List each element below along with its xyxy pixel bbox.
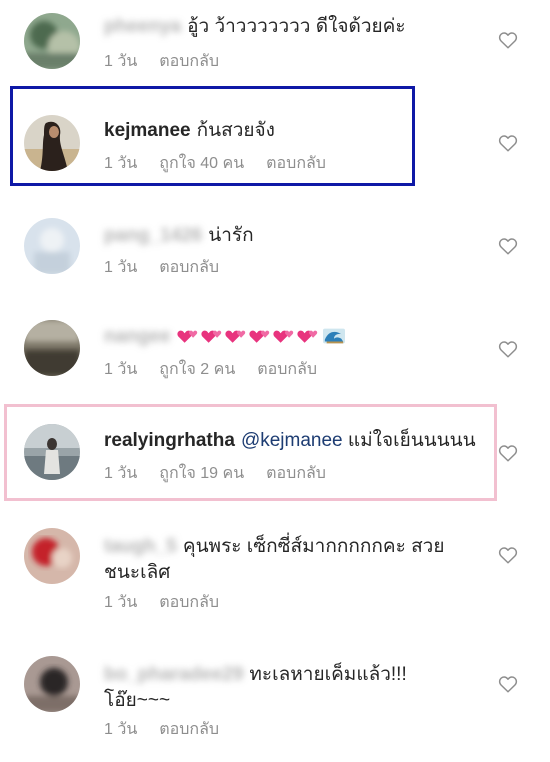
two-hearts-emoji bbox=[248, 330, 269, 343]
comment-username[interactable]: pang_1426 bbox=[104, 225, 202, 246]
comment-item: taugh_5 คุนพระ เซ็กซี่ส์มากกกกกคะ สวย ชนะ… bbox=[0, 516, 550, 636]
reply-button[interactable]: ตอบกลับ bbox=[159, 721, 219, 738]
heart-outline-icon[interactable] bbox=[498, 340, 518, 358]
comment-text-continued: ชนะเลิศ bbox=[104, 562, 171, 583]
comment-text-continued: โอ๊ย~~~ bbox=[104, 690, 171, 711]
heart-outline-icon[interactable] bbox=[498, 444, 518, 462]
comment-text: แม่ใจเย็นนนนน bbox=[347, 430, 476, 451]
reply-button[interactable]: ตอบกลับ bbox=[266, 155, 326, 172]
wave-emoji bbox=[322, 328, 345, 344]
avatar[interactable] bbox=[24, 115, 80, 171]
likes-count[interactable]: ถูกใจ 40 คน bbox=[159, 155, 244, 172]
reply-button[interactable]: ตอบกลับ bbox=[159, 53, 219, 70]
heart-outline-icon[interactable] bbox=[498, 237, 518, 255]
comment-time: 1 วัน bbox=[104, 155, 138, 172]
heart-outline-icon[interactable] bbox=[498, 675, 518, 693]
comment-username[interactable]: pheenya bbox=[104, 16, 181, 37]
comment-username[interactable]: nangee bbox=[104, 326, 171, 347]
comment-username[interactable]: taugh_5 bbox=[104, 536, 177, 557]
two-hearts-emoji bbox=[296, 330, 317, 343]
comment-time: 1 วัน bbox=[104, 465, 138, 482]
avatar[interactable] bbox=[24, 424, 80, 480]
emoji-row bbox=[176, 326, 345, 347]
comment-time: 1 วัน bbox=[104, 53, 138, 70]
avatar[interactable] bbox=[24, 320, 80, 376]
likes-count[interactable]: ถูกใจ 19 คน bbox=[159, 465, 244, 482]
comment-text: น่ารัก bbox=[208, 225, 254, 246]
comment-username[interactable]: realyingrhatha bbox=[104, 430, 235, 451]
heart-outline-icon[interactable] bbox=[498, 31, 518, 49]
comment-item: pang_1426 น่ารัก 1 วัน ตอบกลับ bbox=[0, 190, 550, 294]
comment-time: 1 วัน bbox=[104, 594, 138, 611]
likes-count[interactable]: ถูกใจ 2 คน bbox=[159, 361, 235, 378]
two-hearts-emoji bbox=[224, 330, 245, 343]
two-hearts-emoji bbox=[176, 330, 197, 343]
comment-item: pheenya อู้ว ว้าววววววว ดีใจด้วยค่ะ 1 วัน… bbox=[0, 0, 550, 90]
comment-item: kejmanee ก้นสวยจัง 1 วัน ถูกใจ 40 คน ตอบกลั… bbox=[0, 90, 550, 190]
comment-time: 1 วัน bbox=[104, 721, 138, 738]
comment-time: 1 วัน bbox=[104, 259, 138, 276]
comment-text: คุนพระ เซ็กซี่ส์มากกกกกคะ สวย bbox=[182, 536, 445, 557]
avatar[interactable] bbox=[24, 656, 80, 712]
avatar[interactable] bbox=[24, 218, 80, 274]
comment-text: ก้นสวยจัง bbox=[196, 120, 275, 141]
comment-username[interactable]: bo_pharadee29 bbox=[104, 664, 243, 685]
comment-text: อู้ว ว้าววววววว ดีใจด้วยค่ะ bbox=[187, 16, 406, 37]
comment-text: ทะเลหายเค็มแล้ว!!! bbox=[249, 664, 407, 685]
heart-outline-icon[interactable] bbox=[498, 546, 518, 564]
avatar[interactable] bbox=[24, 528, 80, 584]
comment-time: 1 วัน bbox=[104, 361, 138, 378]
comment-username[interactable]: kejmanee bbox=[104, 120, 191, 141]
reply-button[interactable]: ตอบกลับ bbox=[257, 361, 317, 378]
reply-button[interactable]: ตอบกลับ bbox=[266, 465, 326, 482]
reply-button[interactable]: ตอบกลับ bbox=[159, 259, 219, 276]
reply-button[interactable]: ตอบกลับ bbox=[159, 594, 219, 611]
comment-item: bo_pharadee29 ทะเลหายเค็มแล้ว!!! โอ๊ย~~~ … bbox=[0, 636, 550, 762]
avatar[interactable] bbox=[24, 13, 80, 69]
heart-outline-icon[interactable] bbox=[498, 134, 518, 152]
comment-item: nangee 1 วัน ถูกใจ 2 คน ตอบกลับ bbox=[0, 294, 550, 406]
comment-item: realyingrhatha @kejmanee แม่ใจเย็นนนนน 1 … bbox=[0, 406, 550, 516]
mention-link[interactable]: @kejmanee bbox=[241, 430, 343, 451]
two-hearts-emoji bbox=[200, 330, 221, 343]
two-hearts-emoji bbox=[272, 330, 293, 343]
